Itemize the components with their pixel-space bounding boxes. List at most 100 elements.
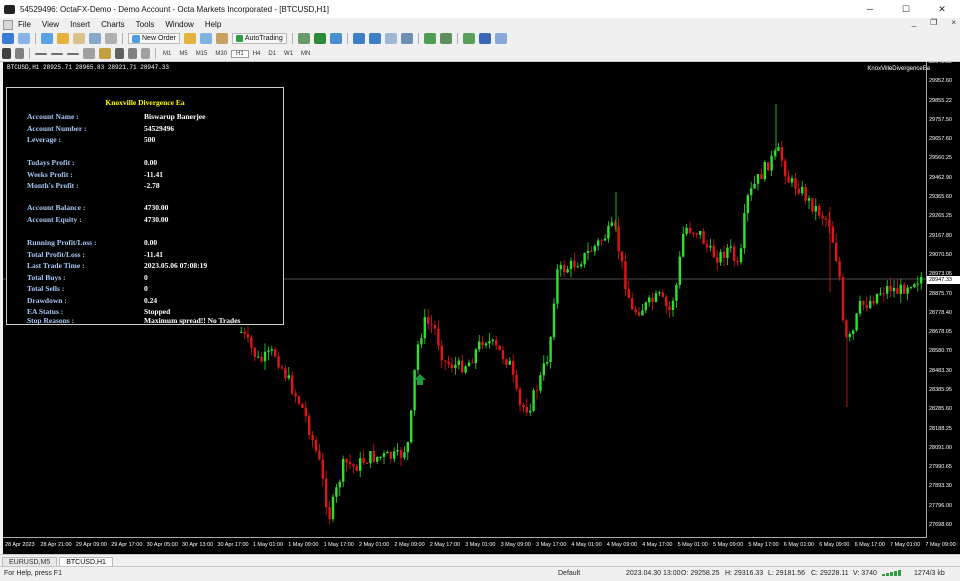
menu-window[interactable]: Window (160, 20, 199, 29)
new-order-button[interactable]: New Order (128, 33, 180, 44)
menu-help[interactable]: Help (200, 20, 227, 29)
timeframe-h4[interactable]: H4 (249, 51, 265, 57)
candle-body (896, 287, 899, 294)
chart-window[interactable]: BTCUSD,H1 28925.71 28965.83 28921.71 289… (3, 62, 960, 554)
profiles-icon[interactable] (18, 33, 30, 44)
time-axis[interactable]: 28 Apr 2023 28 Apr 21:00 29 Apr 09:00 29 Ap… (3, 537, 956, 554)
price-tick-label: 28188.25 (929, 425, 952, 432)
metaeditor-icon[interactable] (183, 33, 196, 44)
timeframe-d1[interactable]: D1 (264, 51, 280, 57)
timeframe-mn[interactable]: MN (297, 51, 314, 57)
new-chart-icon[interactable] (2, 33, 14, 44)
candle-body (590, 251, 593, 253)
label-icon[interactable] (128, 48, 137, 59)
horizontal-line-icon[interactable] (51, 52, 63, 55)
market-icon[interactable] (199, 33, 212, 44)
candle-body (862, 300, 865, 306)
panel-row: Todays Profit : 0.00 (27, 158, 277, 169)
arrows-icon[interactable] (141, 48, 150, 59)
periods-icon[interactable] (478, 33, 491, 44)
candle-body (399, 450, 403, 458)
status-bar: For Help, press F1 Default 2023.04.30 13… (0, 566, 960, 581)
vertical-line-icon[interactable] (35, 52, 47, 55)
candle-body (692, 232, 695, 234)
menu-file[interactable]: File (13, 20, 37, 29)
signals-icon[interactable] (215, 33, 228, 44)
templates-icon[interactable] (494, 33, 507, 44)
timeframe-m5[interactable]: M5 (175, 51, 191, 57)
close-button[interactable]: ✕ (924, 0, 960, 18)
candle-body (872, 301, 875, 304)
autotrading-button[interactable]: AutoTrading (231, 33, 287, 44)
tile-windows-icon[interactable] (384, 33, 397, 44)
candle-body (869, 301, 872, 308)
chart-shift-icon[interactable] (400, 33, 413, 44)
terminal-icon[interactable] (89, 33, 101, 44)
time-tick-label: 3 May 01:00 (465, 542, 496, 548)
panel-row-value: -2.78 (144, 181, 160, 190)
maximize-button[interactable]: ☐ (888, 0, 924, 18)
price-tick-label: 28580.70 (929, 348, 952, 355)
menu-insert[interactable]: Insert (65, 20, 96, 29)
menu-view[interactable]: View (37, 20, 65, 29)
price-tick-label: 28778.40 (929, 309, 952, 316)
navigator-icon[interactable] (73, 33, 85, 44)
zoom-in-icon[interactable] (352, 33, 365, 44)
candle-body (787, 176, 790, 183)
candlestick-icon[interactable] (313, 33, 326, 44)
candle-body (668, 306, 671, 311)
candle-body (297, 396, 301, 404)
line-chart-icon[interactable] (329, 33, 342, 44)
text-icon[interactable] (115, 48, 124, 59)
candle-body (277, 356, 280, 368)
chart-shift-end-icon[interactable] (439, 33, 452, 44)
candle-body (763, 162, 766, 180)
candle-body (508, 360, 511, 365)
candle-body (688, 227, 692, 233)
auto-scroll-icon[interactable] (423, 33, 436, 44)
panel-row-label: Drawdown : (27, 295, 67, 305)
candle-body (665, 296, 668, 307)
candle-body (467, 362, 471, 367)
candle-body (342, 458, 345, 482)
time-tick-label: 1 May 01:00 (252, 542, 284, 548)
channel-icon[interactable] (83, 48, 95, 59)
candle-body (709, 245, 712, 248)
mdi-close-button[interactable]: × (951, 18, 956, 27)
candle-body (648, 297, 651, 303)
minimize-button[interactable]: ─ (852, 0, 888, 18)
candle-body (393, 451, 396, 459)
timeframe-w1[interactable]: W1 (280, 51, 297, 57)
zoom-out-icon[interactable] (368, 33, 381, 44)
trendline-icon[interactable] (67, 52, 79, 55)
timeframe-m15[interactable]: M15 (192, 51, 212, 57)
candle-body (376, 456, 379, 462)
cursor-icon[interactable] (2, 48, 11, 59)
data-window-icon[interactable] (57, 33, 69, 44)
strategy-tester-icon[interactable] (105, 33, 117, 44)
menu-charts[interactable]: Charts (96, 20, 131, 29)
toolbar-separator (456, 33, 458, 44)
panel-row-value: 54529496 (144, 123, 174, 133)
price-axis[interactable]: 30049.59 29952.60 29855.22 29757.50 29657.60… (926, 62, 960, 538)
indicators-icon[interactable] (462, 33, 475, 44)
timeframe-h1[interactable]: H1 (231, 49, 249, 58)
candle-body (658, 292, 661, 294)
crosshair-icon[interactable] (15, 48, 24, 59)
bar-chart-icon[interactable] (297, 33, 310, 44)
candle-body (739, 248, 743, 263)
menu-tools[interactable]: Tools (131, 20, 161, 29)
time-tick-label: 4 May 17:00 (642, 542, 673, 548)
window-title: 54529496: OctaFX-Demo - Demo Account - O… (20, 4, 330, 14)
timeframe-m30[interactable]: M30 (211, 51, 231, 57)
candle-body (321, 459, 324, 479)
market-watch-icon[interactable] (41, 33, 53, 44)
candle-body (702, 230, 705, 244)
fibonacci-icon[interactable] (99, 48, 111, 59)
mdi-restore-button[interactable]: ❐ (930, 18, 937, 27)
toolbar-separator (291, 33, 293, 44)
candle-body (641, 310, 644, 316)
timeframe-m1[interactable]: M1 (159, 51, 175, 57)
candle-body (559, 264, 562, 270)
mdi-minimize-button[interactable]: _ (912, 18, 916, 27)
